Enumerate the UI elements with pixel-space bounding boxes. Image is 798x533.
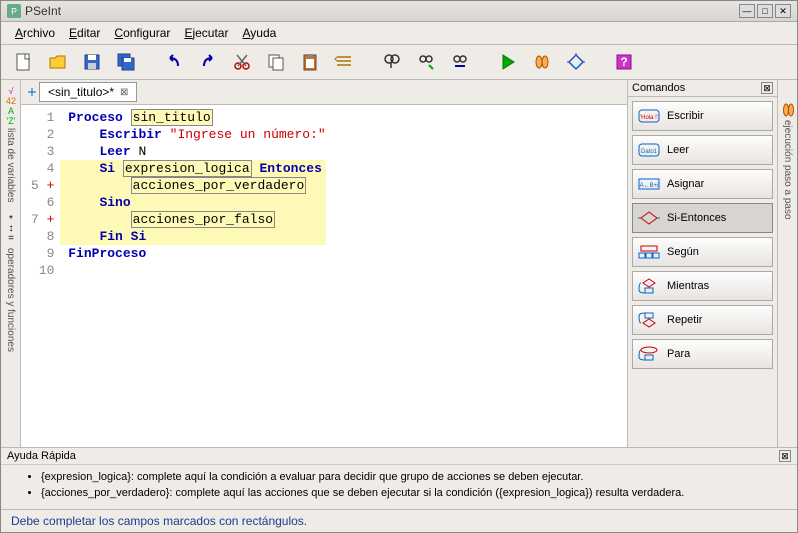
svg-text:A: A xyxy=(7,106,13,116)
svg-text:=: = xyxy=(8,233,14,244)
code-editor[interactable]: 1234 5 +6 7 +8910 Proceso sin_titulo Esc… xyxy=(21,105,627,447)
commands-panel: Comandos ⊠ 'Hola !'Escribir Dato1Leer A←… xyxy=(627,80,777,447)
close-button[interactable]: ✕ xyxy=(775,4,791,18)
titlebar: P PSeInt — □ ✕ xyxy=(1,1,797,22)
svg-text:42: 42 xyxy=(5,96,15,106)
help-panel: Ayuda Rápida ⊠ {expresion_logica}: compl… xyxy=(1,447,797,509)
tab-close-icon[interactable]: ⊠ xyxy=(120,87,128,98)
copy-icon[interactable] xyxy=(263,49,289,75)
undo-icon[interactable] xyxy=(161,49,187,75)
help-item: {expresion_logica}: complete aquí la con… xyxy=(41,471,777,483)
svg-text:Dato1: Dato1 xyxy=(641,149,658,155)
line-gutter: 1234 5 +6 7 +8910 xyxy=(21,105,60,447)
tab-strip: <sin_titulo>* ⊠ xyxy=(21,80,627,105)
tab-label: <sin_titulo>* xyxy=(48,85,114,99)
app-icon: P xyxy=(7,4,21,18)
cmd-leer[interactable]: Dato1Leer xyxy=(632,135,773,165)
left-sidebar: √42A'Z' lista de variables *↕= operadore… xyxy=(1,80,21,447)
help-close-icon[interactable]: ⊠ xyxy=(779,450,791,462)
step-icon[interactable] xyxy=(529,49,555,75)
toolbar: ? xyxy=(1,45,797,80)
find-icon[interactable] xyxy=(379,49,405,75)
cmd-para[interactable]: Para xyxy=(632,339,773,369)
new-file-icon[interactable] xyxy=(11,49,37,75)
cmd-segun[interactable]: Según xyxy=(632,237,773,267)
ops-icon[interactable]: *↕= xyxy=(4,214,18,244)
save-as-icon[interactable] xyxy=(113,49,139,75)
help-icon[interactable]: ? xyxy=(611,49,637,75)
tab-file[interactable]: <sin_titulo>* ⊠ xyxy=(39,82,137,102)
status-bar: Debe completar los campos marcados con r… xyxy=(1,509,797,532)
svg-text:?: ? xyxy=(620,55,627,69)
menu-configurar[interactable]: Configurar xyxy=(114,26,170,40)
menu-archivo[interactable]: Archivo xyxy=(15,26,55,40)
help-title: Ayuda Rápida xyxy=(7,450,76,462)
maximize-button[interactable]: □ xyxy=(757,4,773,18)
run-icon[interactable] xyxy=(495,49,521,75)
tab-nav-icon[interactable] xyxy=(25,85,39,99)
replace-icon[interactable] xyxy=(447,49,473,75)
cmd-asignar[interactable]: A←B+iAsignar xyxy=(632,169,773,199)
vars-icon[interactable]: √42A'Z' xyxy=(4,84,18,124)
svg-text:A←B+i: A←B+i xyxy=(640,183,659,189)
menubar: Archivo Editar Configurar Ejecutar Ayuda xyxy=(1,22,797,45)
step-exec-icon[interactable] xyxy=(781,100,795,120)
cut-icon[interactable] xyxy=(229,49,255,75)
svg-text:'Hola !': 'Hola !' xyxy=(640,115,658,121)
svg-text:√: √ xyxy=(8,86,13,96)
menu-editar[interactable]: Editar xyxy=(69,26,100,40)
save-icon[interactable] xyxy=(79,49,105,75)
menu-ayuda[interactable]: Ayuda xyxy=(242,26,276,40)
svg-text:'Z': 'Z' xyxy=(6,116,15,124)
open-file-icon[interactable] xyxy=(45,49,71,75)
paste-icon[interactable] xyxy=(297,49,323,75)
flowchart-icon[interactable] xyxy=(563,49,589,75)
right-sidebar: ejecución paso a paso xyxy=(777,80,797,447)
step-exec-label[interactable]: ejecución paso a paso xyxy=(782,120,793,220)
vars-label[interactable]: lista de variables xyxy=(5,128,16,202)
cmd-mientras[interactable]: Mientras xyxy=(632,271,773,301)
cmd-escribir[interactable]: 'Hola !'Escribir xyxy=(632,101,773,131)
menu-ejecutar[interactable]: Ejecutar xyxy=(184,26,228,40)
cmd-si-entonces[interactable]: Si-Entonces xyxy=(632,203,773,233)
cmd-repetir[interactable]: Repetir xyxy=(632,305,773,335)
minimize-button[interactable]: — xyxy=(739,4,755,18)
ops-label[interactable]: operadores y funciones xyxy=(5,248,16,352)
svg-text:P: P xyxy=(11,7,17,17)
commands-title: Comandos xyxy=(632,82,685,94)
find-next-icon[interactable] xyxy=(413,49,439,75)
window-title: PSeInt xyxy=(25,4,739,18)
help-item: {acciones_por_verdadero}: complete aquí … xyxy=(41,487,777,499)
redo-icon[interactable] xyxy=(195,49,221,75)
commands-close-icon[interactable]: ⊠ xyxy=(761,82,773,94)
indent-icon[interactable] xyxy=(331,49,357,75)
